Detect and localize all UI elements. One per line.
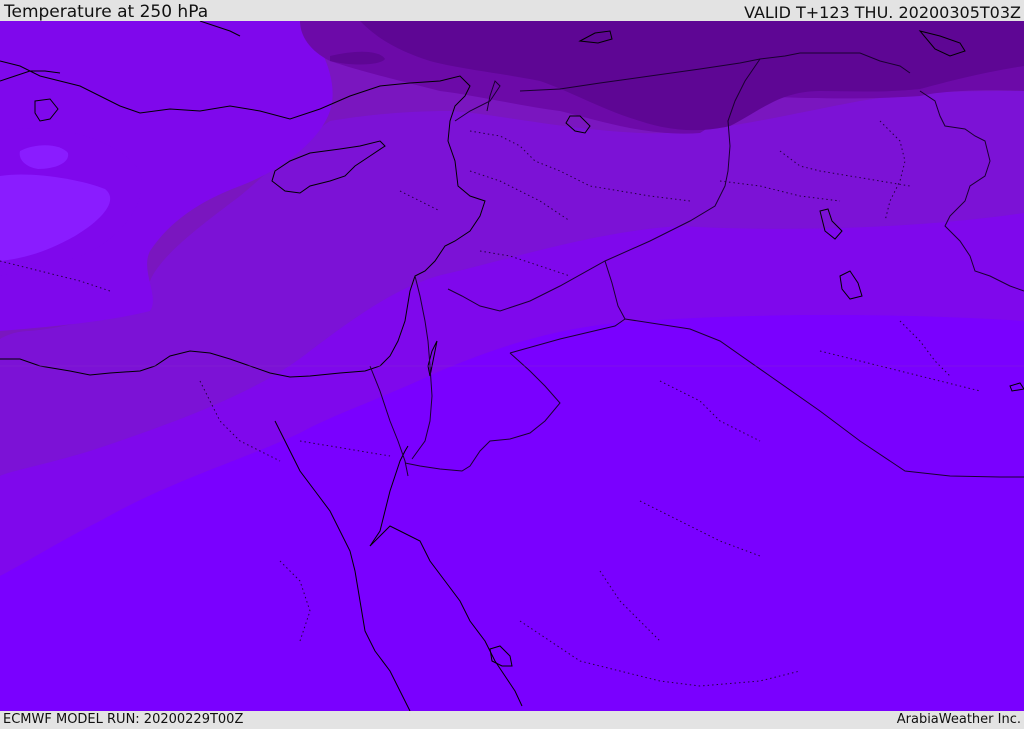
credit-label: ArabiaWeather Inc. bbox=[896, 712, 1021, 727]
valid-time-label: VALID T+123 THU. 20200305T03Z bbox=[744, 3, 1021, 22]
temperature-map-svg bbox=[0, 21, 1024, 711]
weather-map[interactable] bbox=[0, 21, 1024, 711]
map-title: Temperature at 250 hPa bbox=[4, 2, 209, 22]
header-bar: Temperature at 250 hPa VALID T+123 THU. … bbox=[0, 0, 1024, 22]
footer-bar: ECMWF MODEL RUN: 20200229T00Z ArabiaWeat… bbox=[0, 711, 1024, 729]
model-run-label: ECMWF MODEL RUN: 20200229T00Z bbox=[3, 712, 244, 727]
